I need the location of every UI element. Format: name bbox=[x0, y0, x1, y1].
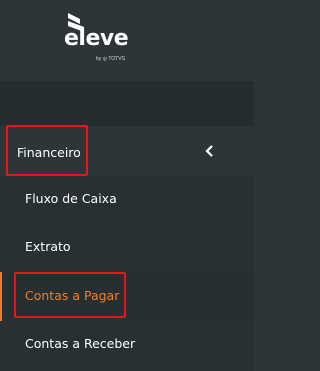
menu-item-label: Extrato bbox=[25, 239, 71, 254]
menu-section-financeiro[interactable]: Financeiro bbox=[0, 125, 254, 177]
menu-item-extrato[interactable]: Extrato bbox=[0, 224, 254, 273]
menu-item-contas-a-receber[interactable]: Contas a Receber bbox=[0, 321, 254, 371]
brand-header: eleve by ◎ TOTVS bbox=[0, 0, 254, 81]
chevron-left-icon[interactable] bbox=[205, 144, 215, 158]
highlight-financeiro bbox=[6, 125, 88, 176]
active-indicator bbox=[0, 272, 2, 321]
brand-sub: by ◎ TOTVS bbox=[96, 56, 125, 62]
search-bar[interactable] bbox=[0, 81, 254, 195]
menu-item-label: Fluxo de Caixa bbox=[25, 191, 117, 206]
brand-name: eleve bbox=[64, 26, 129, 51]
highlight-contas-a-pagar bbox=[14, 272, 126, 318]
menu-item-fluxo-de-caixa[interactable]: Fluxo de Caixa bbox=[0, 176, 254, 225]
menu-item-label: Contas a Receber bbox=[25, 336, 136, 351]
menu-item-contas-a-pagar[interactable]: Contas a Pagar bbox=[0, 272, 254, 321]
